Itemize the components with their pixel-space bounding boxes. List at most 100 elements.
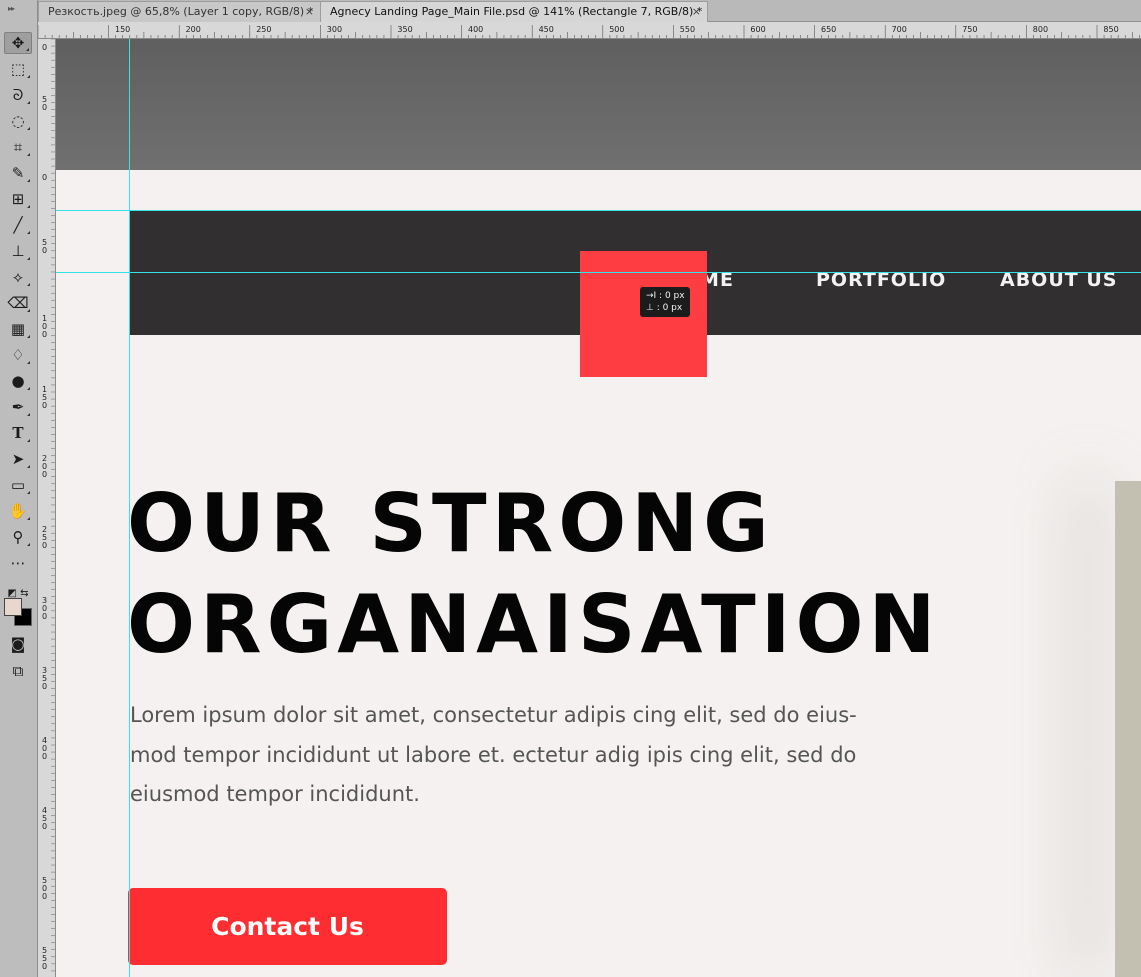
gradient-tool-icon[interactable]: ▦ — [4, 318, 32, 340]
paragraph-line: eiusmod tempor incididunt. — [130, 782, 420, 806]
tooltip-distance-y: ⊥ : 0 px — [646, 303, 683, 313]
tab-label: Agnecy Landing Page_Main File.psd @ 141%… — [330, 5, 703, 18]
move-tool-icon[interactable]: ✥ — [4, 32, 32, 54]
zoom-tool-icon-glyph: ⚲ — [12, 528, 24, 546]
ruler-label: 750 — [962, 25, 977, 34]
blur-tool-icon-glyph: ♢ — [11, 346, 25, 364]
horizontal-guide[interactable] — [56, 272, 1141, 273]
flyout-indicator — [27, 387, 30, 390]
hero-paragraph: Lorem ipsum dolor sit amet, consectetur … — [130, 696, 860, 815]
screen-mode-icon[interactable]: ⧉ — [4, 660, 32, 682]
ruler-label: 0 — [42, 173, 47, 182]
ruler-label: 850 — [1103, 25, 1118, 34]
document-tab-bar: Резкость.jpeg @ 65,8% (Layer 1 copy, RGB… — [38, 0, 1141, 22]
hero-image-panel — [1115, 481, 1141, 977]
more-tools-icon-glyph: ⋯ — [10, 554, 26, 572]
tab-document-1[interactable]: Резкость.jpeg @ 65,8% (Layer 1 copy, RGB… — [38, 1, 321, 22]
ruler-label: 0 — [42, 752, 47, 761]
tab-document-2[interactable]: Agnecy Landing Page_Main File.psd @ 141%… — [320, 1, 708, 22]
pen-tool-icon-glyph: ✒ — [11, 398, 25, 416]
contact-us-label: Contact Us — [211, 912, 364, 941]
path-select-tool-icon-glyph: ➤ — [11, 450, 25, 468]
crop-tool-icon[interactable]: ⌗ — [4, 136, 32, 158]
ruler-label: 600 — [750, 25, 765, 34]
flyout-indicator — [27, 231, 30, 234]
tab-label: Резкость.jpeg @ 65,8% (Layer 1 copy, RGB… — [48, 5, 314, 18]
horizontal-ruler[interactable]: 150 200 250 300 350 400 450 500 550 600 650 700 750 8… — [38, 22, 1141, 39]
hand-tool-icon[interactable]: ✋ — [4, 500, 32, 522]
path-select-tool-icon[interactable]: ➤ — [4, 448, 32, 470]
ruler-label: 550 — [680, 25, 695, 34]
eyedropper-tool-icon[interactable]: ✎ — [4, 162, 32, 184]
dodge-tool-icon[interactable]: ● — [4, 370, 32, 392]
eraser-tool-icon[interactable]: ⌫ — [4, 292, 32, 314]
quick-select-tool-icon-glyph: ◌ — [11, 112, 25, 130]
ruler-label: 0 — [42, 470, 47, 479]
move-tool-icon-glyph: ✥ — [11, 34, 25, 52]
blur-tool-icon[interactable]: ♢ — [4, 344, 32, 366]
flyout-indicator — [26, 48, 29, 51]
tools-panel: ▸▸ ✥ ⬚ ᘐ ◌ ⌗ ✎ ⊞ ╱ ⊥ ⟡ ⌫ ▦ ♢ ● ✒ T ➤ ▭ ✋ ⚲ ⋯ ◩ ⇆ ◙ ⧉ — [0, 0, 38, 977]
rectangle-tool-icon[interactable]: ▭ — [4, 474, 32, 496]
pasteboard-area — [56, 39, 1141, 170]
stamp-tool-icon[interactable]: ⊥ — [4, 240, 32, 262]
type-tool-icon[interactable]: T — [4, 422, 32, 444]
lasso-tool-icon[interactable]: ᘐ — [4, 84, 32, 106]
horizontal-guide[interactable] — [56, 210, 1141, 211]
quick-select-tool-icon[interactable]: ◌ — [4, 110, 32, 132]
ruler-label: 0 — [42, 682, 47, 691]
marquee-tool-icon[interactable]: ⬚ — [4, 58, 32, 80]
hero-headline: OUR STRONG ORGANAISATION — [127, 473, 940, 675]
ruler-label: 300 — [327, 25, 342, 34]
close-icon[interactable]: × — [692, 5, 701, 18]
flyout-indicator — [27, 153, 30, 156]
flyout-indicator — [27, 101, 30, 104]
ruler-label: 0 — [42, 103, 47, 112]
more-tools-icon[interactable]: ⋯ — [4, 552, 32, 574]
ruler-label: 150 — [115, 25, 130, 34]
paragraph-line: Lorem ipsum dolor sit amet, consectetur … — [130, 703, 857, 727]
zoom-tool-icon[interactable]: ⚲ — [4, 526, 32, 548]
ruler-label: 0 — [42, 541, 47, 550]
close-icon[interactable]: × — [305, 5, 314, 18]
flyout-indicator — [27, 335, 30, 338]
flyout-indicator — [27, 127, 30, 130]
stamp-tool-icon-glyph: ⊥ — [11, 242, 25, 260]
ruler-label: 650 — [821, 25, 836, 34]
ruler-label: 450 — [539, 25, 554, 34]
crop-tool-icon-glyph: ⌗ — [13, 138, 23, 156]
eyedropper-tool-icon-glyph: ✎ — [11, 164, 25, 182]
flyout-indicator — [27, 543, 30, 546]
vertical-ruler[interactable]: 050050100150200250300350400450500550 — [38, 39, 56, 977]
contact-us-button[interactable]: Contact Us — [128, 888, 447, 965]
flyout-indicator — [27, 205, 30, 208]
lasso-tool-icon-glyph: ᘐ — [12, 86, 24, 104]
ruler-label: 0 — [42, 401, 47, 410]
quick-mask-icon[interactable]: ◙ — [4, 633, 32, 655]
smart-guide-tooltip: →I : 0 px ⊥ : 0 px — [640, 287, 690, 317]
ruler-label: 200 — [186, 25, 201, 34]
ruler-label: 400 — [468, 25, 483, 34]
marquee-tool-icon-glyph: ⬚ — [10, 60, 26, 78]
foreground-color-swatch[interactable] — [4, 598, 22, 616]
rectangle-tool-icon-glyph: ▭ — [10, 476, 26, 494]
history-brush-tool-icon[interactable]: ⟡ — [4, 266, 32, 288]
headline-line: OUR STRONG — [127, 477, 774, 570]
eraser-tool-icon-glyph: ⌫ — [7, 294, 29, 312]
brush-tool-icon[interactable]: ╱ — [4, 214, 32, 236]
frame-tool-icon-glyph: ⊞ — [11, 190, 25, 208]
paragraph-line: mod tempor incididunt ut labore et. ecte… — [130, 742, 857, 767]
document-canvas[interactable]: HOME PORTFOLIO ABOUT US →I : 0 px ⊥ : 0 … — [56, 39, 1141, 977]
frame-tool-icon[interactable]: ⊞ — [4, 188, 32, 210]
pen-tool-icon[interactable]: ✒ — [4, 396, 32, 418]
panel-grip-icon[interactable]: ▸▸ — [8, 4, 15, 13]
flyout-indicator — [27, 257, 30, 260]
ruler-label: 0 — [42, 612, 47, 621]
vertical-guide[interactable] — [129, 39, 130, 977]
ruler-label: 0 — [42, 892, 47, 901]
ruler-label: 0 — [42, 330, 47, 339]
headline-line: ORGANAISATION — [127, 578, 941, 671]
dodge-tool-icon-glyph: ● — [11, 372, 25, 390]
flyout-indicator — [27, 413, 30, 416]
flyout-indicator — [27, 283, 30, 286]
